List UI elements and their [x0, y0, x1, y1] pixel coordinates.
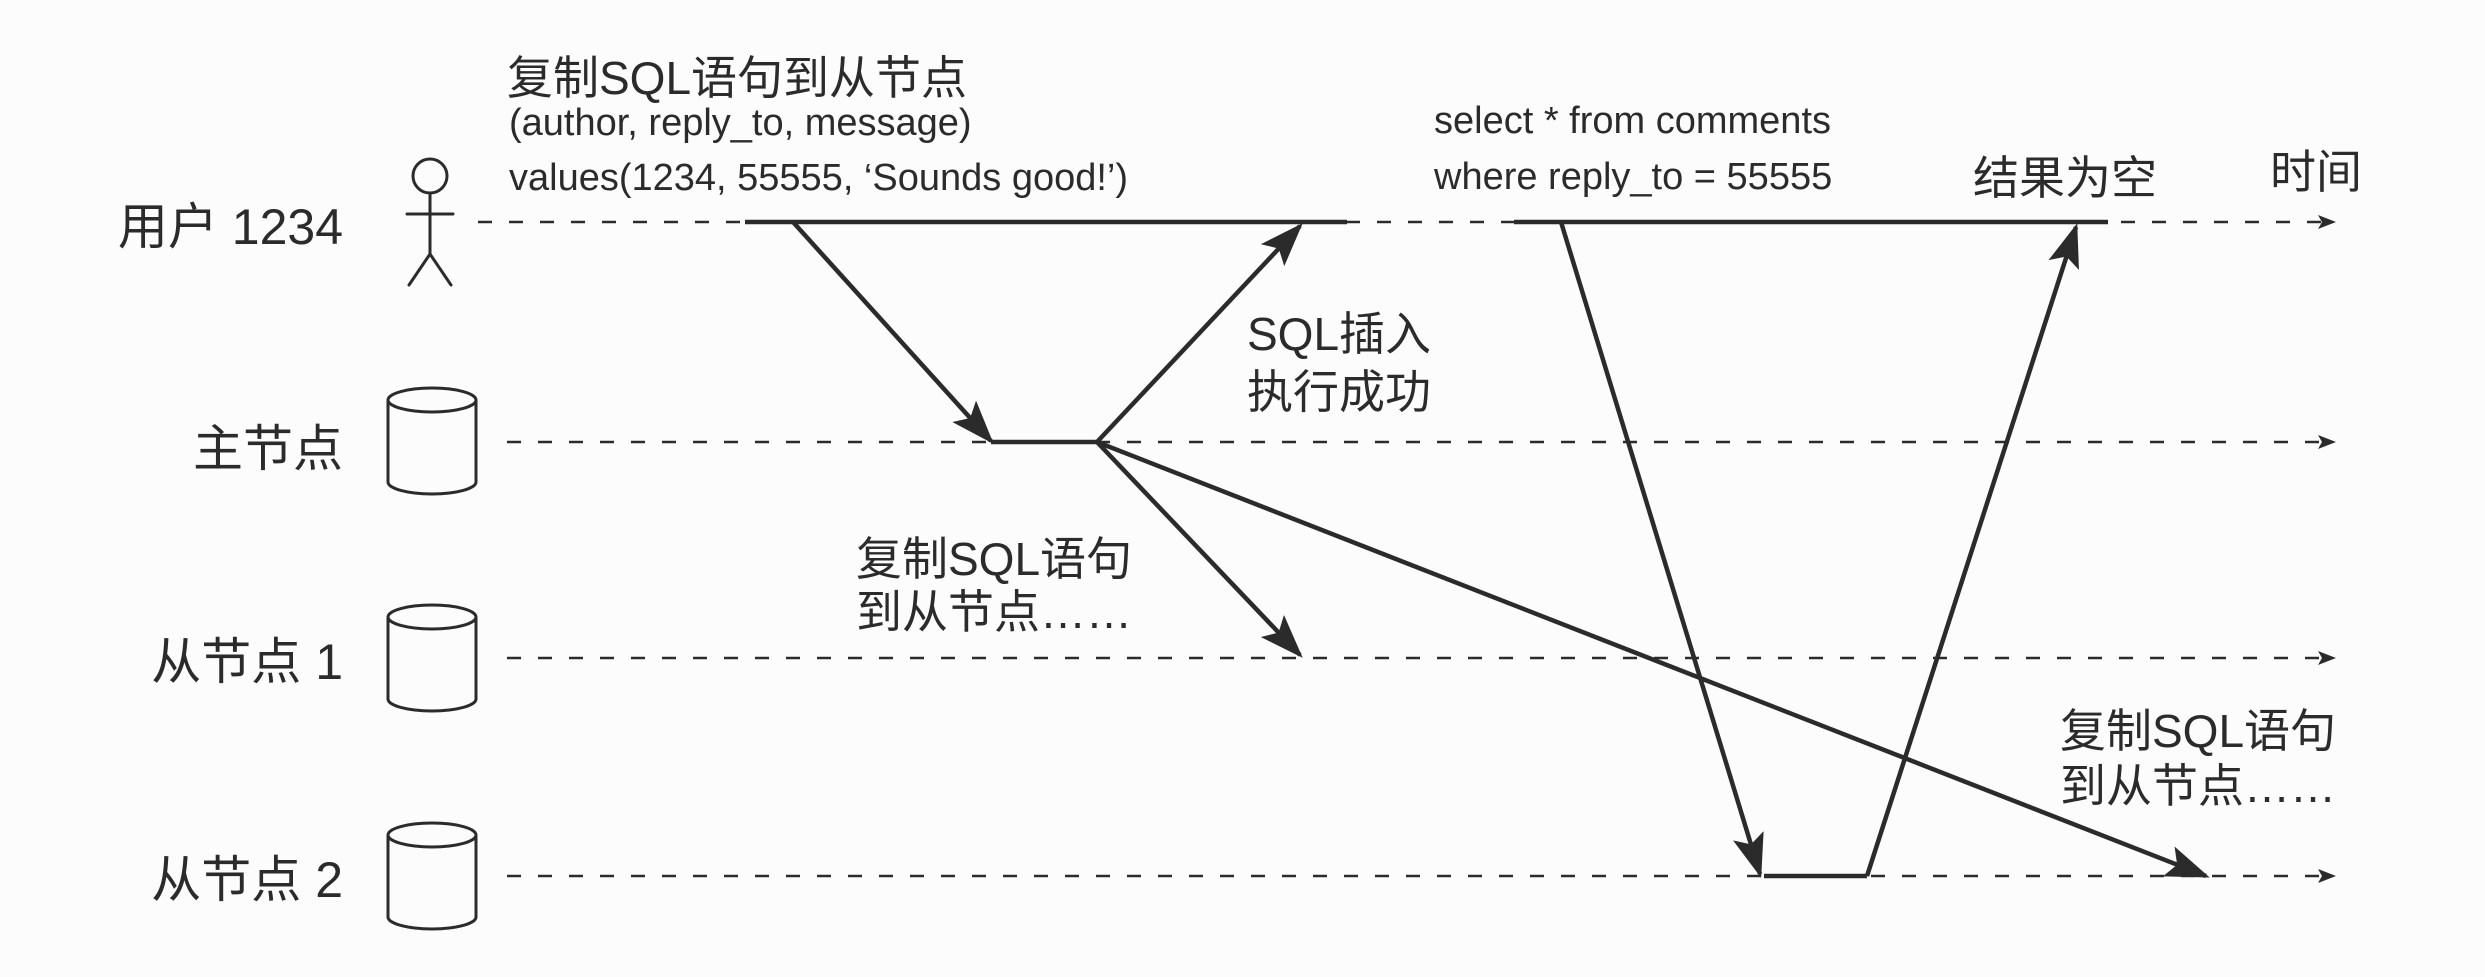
replication-follower-1-line-1: 复制SQL语句 [856, 533, 1132, 585]
replication-follower-1-label: 复制SQL语句 到从节点…… [856, 533, 1132, 638]
arrow-insert-to-leader [791, 220, 994, 444]
select-query-line-1: select * from comments [1434, 100, 1831, 142]
person-icon [405, 157, 455, 287]
replication-follower-2-label: 复制SQL语句 到从节点…… [2060, 705, 2336, 812]
lane-label-user: 用户 1234 [118, 199, 343, 255]
insert-request-line-2: (author, reply_to, message) [509, 102, 972, 144]
replication-follower-1-line-2: 到从节点…… [856, 586, 1132, 638]
insert-request-line-1: 复制SQL语句到从节点 [507, 52, 967, 104]
select-query-label: select * from comments where reply_to = … [1433, 100, 1832, 198]
lane-label-leader: 主节点 [193, 421, 343, 477]
lane-label-follower-2: 从节点 2 [151, 852, 343, 908]
arrow-select-result-to-user [1864, 223, 2079, 877]
replication-lag-diagram: 用户 1234 主节点 从节点 1 从节点 2 复制SQL语句到从节点 (aut… [118, 52, 2362, 931]
replication-follower-2-line-1: 复制SQL语句 [2060, 705, 2336, 757]
insert-request-label: 复制SQL语句到从节点 (author, reply_to, message) … [507, 52, 1128, 199]
insert-ack-line-2: 执行成功 [1247, 366, 1431, 418]
select-result-label: 结果为空 [1973, 152, 2157, 204]
insert-ack-line-1: SQL插入 [1247, 308, 1431, 360]
database-icon [386, 386, 478, 496]
lane-labels: 用户 1234 主节点 从节点 1 从节点 2 [118, 199, 343, 908]
lane-label-follower-1: 从节点 1 [151, 634, 343, 690]
arrow-select-to-follower-2 [1558, 221, 1764, 878]
database-icon [386, 603, 478, 713]
time-axis-label: 时间 [2270, 146, 2362, 198]
select-query-line-2: where reply_to = 55555 [1433, 156, 1832, 198]
database-icon [386, 821, 478, 931]
replication-follower-2-line-2: 到从节点…… [2060, 760, 2336, 812]
insert-ack-label: SQL插入 执行成功 [1247, 308, 1431, 418]
insert-request-line-3: values(1234, 55555, ‘Sounds good!’) [509, 157, 1128, 199]
